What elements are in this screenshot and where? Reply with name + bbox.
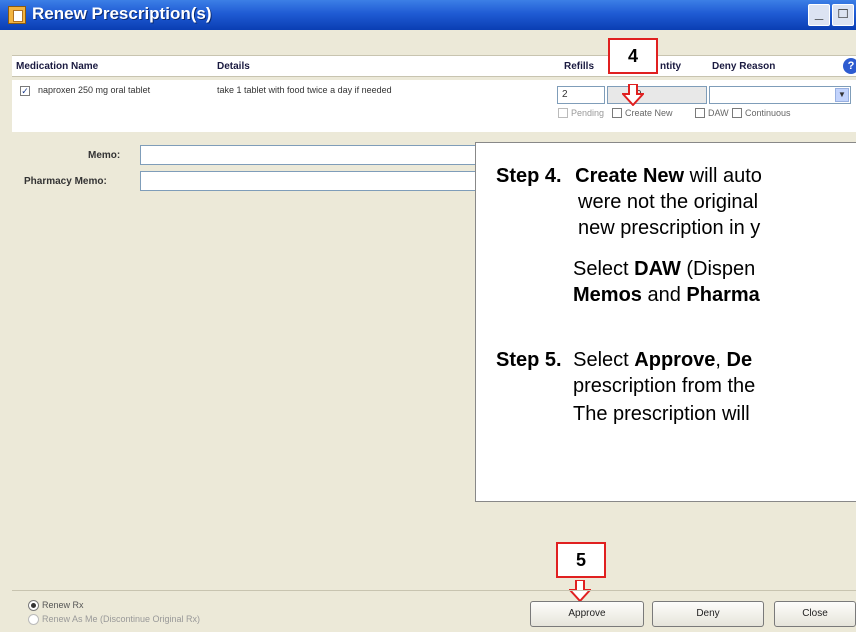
step5-line3: The prescription will bbox=[573, 403, 750, 425]
header-deny-reason: Deny Reason bbox=[712, 61, 776, 72]
footer-bar: Renew Rx Renew As Me (Discontinue Origin… bbox=[12, 590, 856, 632]
refills-field[interactable]: 2 bbox=[557, 86, 605, 104]
window-title: Renew Prescription(s) bbox=[32, 4, 212, 23]
minimize-button[interactable]: _ bbox=[808, 4, 830, 26]
pending-label: Pending bbox=[571, 108, 605, 118]
step5-line2: prescription from the bbox=[573, 375, 756, 397]
pending-checkbox bbox=[558, 108, 568, 118]
header-medication-name: Medication Name bbox=[16, 61, 99, 72]
refills-value: 2 bbox=[562, 89, 568, 100]
table-header: Medication Name Details Refills ntity De… bbox=[12, 55, 856, 77]
step4-create-new: Create New bbox=[575, 165, 685, 187]
daw-checkbox[interactable] bbox=[695, 108, 705, 118]
help-icon[interactable]: ? bbox=[843, 58, 856, 74]
step4-select: Select bbox=[573, 258, 635, 280]
step-marker-4: 4 bbox=[608, 38, 658, 74]
step4-text: will auto bbox=[684, 165, 762, 187]
header-quantity: ntity bbox=[660, 61, 682, 72]
deny-button[interactable]: Deny bbox=[652, 601, 764, 627]
pharmacy-memo-label: Pharmacy Memo: bbox=[24, 176, 107, 187]
chevron-down-icon[interactable]: ▼ bbox=[835, 88, 849, 102]
medication-details: take 1 tablet with food twice a day if n… bbox=[217, 85, 392, 95]
medication-name: naproxen 250 mg oral tablet bbox=[38, 85, 151, 95]
step5-label: Step 5. bbox=[496, 349, 562, 371]
step5-approve: Approve bbox=[634, 349, 716, 371]
create-new-checkbox[interactable] bbox=[612, 108, 622, 118]
instruction-callout: Step 4. Create New will auto were not th… bbox=[475, 142, 856, 502]
continuous-label: Continuous bbox=[745, 108, 791, 118]
header-refills: Refills bbox=[564, 61, 595, 72]
step4-line2: were not the original bbox=[578, 191, 759, 213]
continuous-checkbox[interactable] bbox=[732, 108, 742, 118]
step4-and: and bbox=[641, 284, 687, 306]
step5-comma: , bbox=[715, 349, 727, 371]
approve-button[interactable]: Approve bbox=[530, 601, 644, 627]
renew-as-me-radio bbox=[28, 614, 39, 625]
step-marker-5: 5 bbox=[556, 542, 606, 578]
medication-checkbox[interactable]: ✓ bbox=[20, 86, 30, 96]
renew-rx-radio[interactable] bbox=[28, 600, 39, 611]
step4-daw: DAW bbox=[634, 258, 681, 280]
step4-label: Step 4. bbox=[496, 165, 562, 187]
close-button[interactable]: Close bbox=[774, 601, 856, 627]
table-row: ✓ naproxen 250 mg oral tablet take 1 tab… bbox=[12, 80, 856, 132]
step4-line3: new prescription in y bbox=[578, 217, 761, 239]
prescription-app-icon bbox=[8, 6, 26, 24]
header-details: Details bbox=[217, 61, 250, 72]
step4-pharma: Pharma bbox=[686, 284, 760, 306]
renew-as-me-label: Renew As Me (Discontinue Original Rx) bbox=[42, 614, 201, 624]
title-bar: Renew Prescription(s) _ □ × bbox=[0, 0, 856, 30]
step5-select: Select bbox=[573, 349, 635, 371]
daw-label: DAW bbox=[708, 108, 729, 118]
memo-label: Memo: bbox=[88, 150, 121, 161]
maximize-button[interactable]: □ bbox=[832, 4, 854, 26]
deny-reason-select[interactable]: ▼ bbox=[709, 86, 851, 104]
create-new-label: Create New bbox=[625, 108, 673, 118]
step4-dispense: (Dispen bbox=[680, 258, 756, 280]
step4-memos: Memos bbox=[573, 284, 642, 306]
arrow-down-icon bbox=[622, 84, 644, 106]
renew-rx-label: Renew Rx bbox=[42, 600, 84, 610]
step5-deny: De bbox=[726, 349, 753, 371]
